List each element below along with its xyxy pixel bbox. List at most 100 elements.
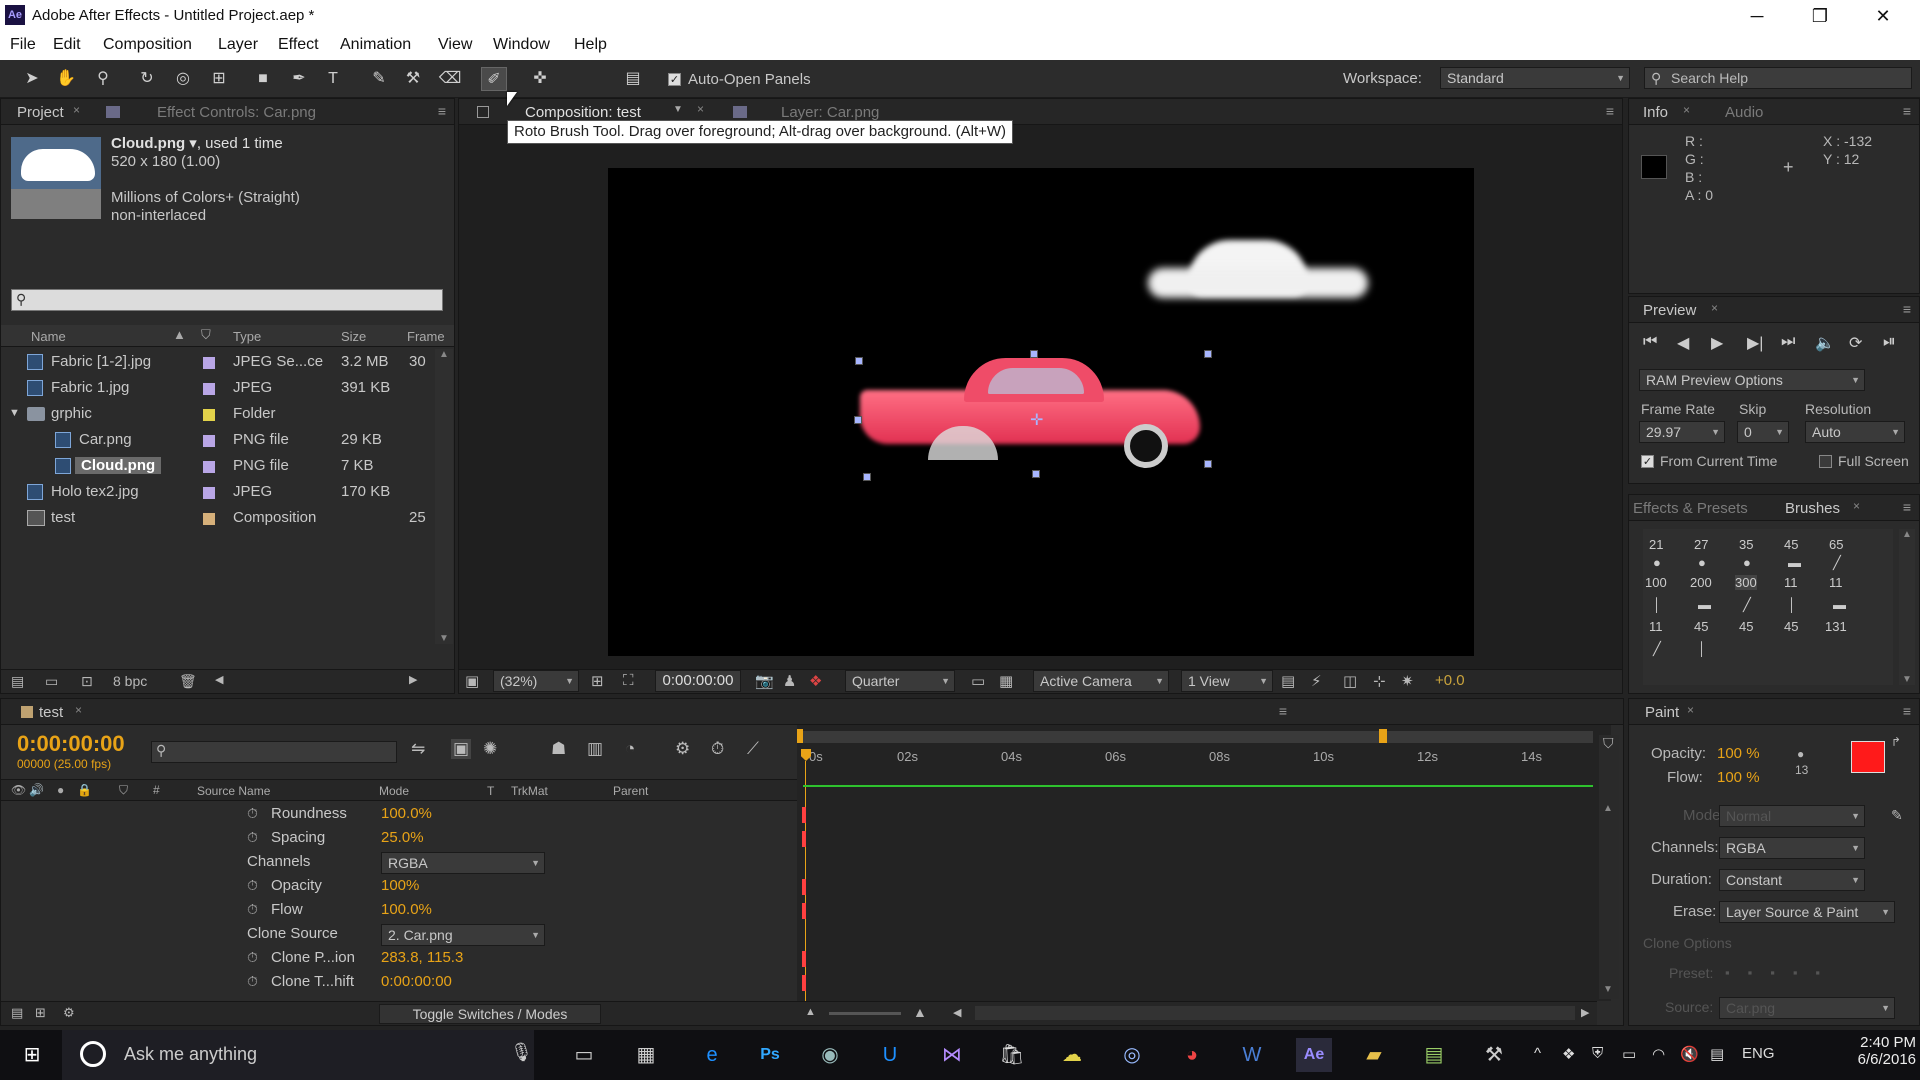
brush-size[interactable]: 11	[1649, 619, 1663, 634]
ram-preview-options-dropdown[interactable]: RAM Preview Options	[1639, 369, 1865, 391]
auto-open-checkbox[interactable]: ✓	[668, 73, 681, 86]
work-area-start-handle[interactable]	[797, 729, 803, 743]
play-icon[interactable]: ▶	[1711, 333, 1723, 353]
previous-frame-icon[interactable]: ◀	[1677, 333, 1689, 353]
keyframe[interactable]	[802, 975, 806, 991]
panel-menu-icon[interactable]: ≡	[438, 103, 446, 119]
brush-size[interactable]: 11	[1784, 575, 1798, 590]
anchor-point-icon[interactable]: ✛	[1030, 410, 1043, 430]
label-color-swatch[interactable]	[203, 409, 215, 421]
skip-dropdown[interactable]: 0	[1737, 421, 1789, 443]
column-parent[interactable]: Parent	[613, 784, 648, 798]
tab-layer[interactable]: Layer: Car.png	[781, 104, 879, 121]
menu-layer[interactable]: Layer	[218, 36, 258, 54]
graph-editor-icon[interactable]: ⟋	[747, 739, 759, 759]
property-value[interactable]: 100.0%	[381, 901, 432, 918]
label-color-swatch[interactable]	[203, 357, 215, 369]
flow-value[interactable]: 100 %	[1717, 769, 1760, 786]
menu-help[interactable]: Help	[574, 36, 607, 54]
brush-size[interactable]: 200	[1690, 575, 1712, 590]
layer-handle[interactable]	[854, 416, 862, 424]
view-layout-dropdown[interactable]: 1 View	[1181, 670, 1273, 692]
menu-window[interactable]: Window	[493, 36, 550, 54]
obs-icon[interactable]: ◉	[812, 1038, 848, 1072]
brushes-scrollbar[interactable]: ▲ ▼	[1899, 529, 1915, 685]
after-effects-taskbar-icon[interactable]: Ae	[1296, 1038, 1332, 1072]
last-frame-icon[interactable]: ⏭	[1781, 333, 1795, 351]
puppet-pin-tool-icon[interactable]: ✜	[527, 67, 553, 91]
project-search-input[interactable]: ⚲	[11, 289, 443, 311]
task-view-icon[interactable]: ▭	[566, 1038, 602, 1072]
scroll-left-icon[interactable]: ◀	[953, 1006, 961, 1019]
stopwatch-icon[interactable]: ⏱	[247, 877, 258, 894]
expand-modes-icon[interactable]: ⊞	[35, 1005, 46, 1021]
rotate-tool-icon[interactable]: ↻	[134, 67, 160, 91]
expand-layer-switches-icon[interactable]: ▤	[11, 1005, 23, 1021]
eraser-tool-icon[interactable]: ⌫	[437, 67, 463, 91]
project-item-row[interactable]: Holo tex2.jpg JPEG 170 KB	[1, 479, 461, 505]
clock[interactable]: 2:40 PM 6/6/2016	[1826, 1034, 1916, 1068]
swap-colors-icon[interactable]: ↱	[1891, 735, 1901, 749]
cloud-layer[interactable]	[1148, 240, 1368, 300]
notifications-icon[interactable]: ▤	[1710, 1045, 1724, 1063]
layer-handle[interactable]	[1204, 350, 1212, 358]
column-type[interactable]: Type	[233, 329, 261, 344]
project-scrollbar[interactable]: ▲ ▼	[435, 349, 453, 644]
file-explorer-icon[interactable]: ▰	[1356, 1038, 1392, 1072]
menu-edit[interactable]: Edit	[53, 36, 81, 54]
store-icon[interactable]: 🛍	[994, 1038, 1030, 1072]
brush-tool-icon[interactable]: ✎	[366, 67, 392, 91]
property-value[interactable]: 25.0%	[381, 829, 424, 846]
clone-stamp-tool-icon[interactable]: ⚒	[400, 67, 426, 91]
new-composition-icon[interactable]: ⊡	[81, 673, 93, 690]
tab-timeline-test[interactable]: test	[39, 704, 63, 721]
region-of-interest-icon[interactable]: ▭	[971, 672, 985, 690]
pen-tool-icon[interactable]: ✒	[286, 67, 312, 91]
menu-view[interactable]: View	[438, 36, 472, 54]
scroll-up-icon[interactable]: ▲	[1902, 529, 1912, 540]
close-tab-icon[interactable]: ×	[1711, 301, 1718, 315]
brush-size[interactable]: 45	[1694, 619, 1708, 634]
stopwatch-icon[interactable]: ⏱	[247, 949, 258, 966]
visual-studio-icon[interactable]: ⋈	[934, 1038, 970, 1072]
transparency-grid-icon[interactable]: ▦	[999, 672, 1013, 690]
zoom-tool-icon[interactable]: ⚲	[90, 67, 116, 91]
brush-size[interactable]: 21	[1649, 537, 1663, 552]
clone-source-dropdown[interactable]: 2. Car.png	[381, 924, 545, 946]
stopwatch-icon[interactable]: ⏱	[247, 805, 258, 822]
selection-tool-icon[interactable]: ➤	[19, 67, 45, 91]
notes-app-icon[interactable]: ▤	[1416, 1038, 1452, 1072]
scroll-down-icon[interactable]: ▼	[1603, 984, 1613, 995]
resolution-dropdown[interactable]: Quarter	[845, 670, 955, 692]
network-app-icon[interactable]: ◎	[1114, 1038, 1150, 1072]
keyframe[interactable]	[802, 903, 806, 919]
comp-dropdown-icon[interactable]: ▼	[673, 104, 683, 115]
column-frame[interactable]: Frame	[407, 329, 445, 344]
channels-dropdown[interactable]: RGBA	[381, 852, 545, 874]
tab-preview[interactable]: Preview	[1643, 302, 1696, 319]
start-windows-icon[interactable]: ⊞	[14, 1038, 50, 1072]
project-folder-row[interactable]: ▼ grphic Folder	[1, 401, 461, 427]
stopwatch-icon[interactable]: ⏱	[247, 829, 258, 846]
next-frame-icon[interactable]: ▶|	[1747, 333, 1763, 353]
safe-zones-icon[interactable]: ⊞	[591, 672, 604, 690]
draft-3d-icon[interactable]: ✺	[483, 739, 497, 759]
audio-switch-icon[interactable]: 🔊	[29, 783, 44, 797]
label-color-swatch[interactable]	[203, 383, 215, 395]
brush-tips-grid[interactable]: 21 27 35 45 65 ● ● ● ▬ ╱ 100 200 300 11 …	[1643, 529, 1893, 685]
frame-blending-icon[interactable]: ▥	[587, 739, 603, 759]
label-column-icon[interactable]: ⛉	[201, 327, 211, 343]
panel-menu-icon[interactable]: ≡	[1903, 103, 1911, 119]
workspace-dropdown[interactable]: Standard	[1440, 67, 1630, 89]
brush-size[interactable]: 11	[1829, 575, 1843, 590]
edge-browser-icon[interactable]: e	[694, 1038, 730, 1072]
brush-size[interactable]: 100	[1645, 575, 1667, 590]
menu-composition[interactable]: Composition	[103, 36, 192, 54]
duration-dropdown[interactable]: Constant	[1719, 869, 1865, 891]
dropbox-icon[interactable]: ❖	[1562, 1045, 1575, 1063]
close-tab-icon[interactable]: ×	[73, 103, 80, 117]
tab-project[interactable]: Project	[17, 104, 64, 121]
keyframe[interactable]	[802, 879, 806, 895]
layer-handle[interactable]	[855, 357, 863, 365]
close-tab-icon[interactable]: ×	[1683, 103, 1690, 117]
